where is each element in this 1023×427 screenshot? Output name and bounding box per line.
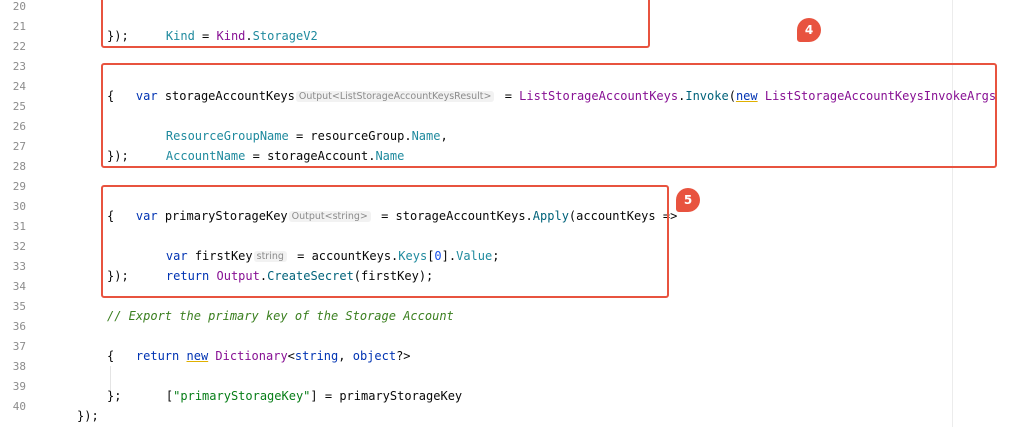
- line-number: 30: [12, 200, 26, 213]
- line-number: 40: [12, 400, 26, 413]
- line-number: 24: [12, 80, 26, 93]
- code-token: <: [287, 349, 295, 363]
- code-token: string: [294, 349, 339, 363]
- code-token: ] = primaryStorageKey: [310, 389, 463, 403]
- code-string: "primaryStorageKey": [173, 389, 311, 403]
- line-number: 26: [12, 120, 26, 133]
- line-number: 28: [12, 160, 26, 173]
- code-token: object: [352, 349, 397, 363]
- callout-badge-4: 4: [797, 18, 821, 42]
- code-token: new: [186, 349, 209, 363]
- line-number: 20: [12, 0, 26, 13]
- callout-badge-5: 5: [676, 188, 700, 212]
- code-line-40[interactable]: });: [77, 406, 99, 426]
- line-number: 38: [12, 360, 26, 373]
- code-token: Dictionary: [215, 349, 288, 363]
- code-token: return: [135, 349, 180, 363]
- line-number: 32: [12, 240, 26, 253]
- line-number: 31: [12, 220, 26, 233]
- code-token: };: [107, 389, 122, 403]
- code-line-38[interactable]: ["primaryStorageKey"] = primaryStorageKe…: [137, 366, 462, 403]
- code-line-36[interactable]: return new Dictionary<string, object?>: [107, 326, 411, 363]
- line-number: 34: [12, 280, 26, 293]
- line-number: 27: [12, 140, 26, 153]
- code-editor[interactable]: 20 21 22 23 24 25 26 27 28 29 30 31 32 3…: [0, 0, 1023, 427]
- code-token: ?>: [396, 349, 411, 363]
- code-line-37[interactable]: {: [107, 346, 114, 366]
- line-number: 21: [12, 20, 26, 33]
- highlight-box-5: [101, 185, 669, 298]
- code-line-39[interactable]: };: [107, 386, 121, 406]
- line-number: 35: [12, 300, 26, 313]
- line-number: 25: [12, 100, 26, 113]
- line-number: 33: [12, 260, 26, 273]
- line-number: 37: [12, 340, 26, 353]
- code-line-35[interactable]: // Export the primary key of the Storage…: [107, 306, 454, 326]
- highlight-box-3: [101, 0, 650, 48]
- code-token: ,: [338, 349, 353, 363]
- line-number: 36: [12, 320, 26, 333]
- code-token: });: [77, 409, 99, 423]
- line-number: 23: [12, 60, 26, 73]
- line-number: 29: [12, 180, 26, 193]
- code-comment: // Export the primary key of the Storage…: [107, 309, 454, 323]
- code-token: {: [107, 349, 115, 363]
- line-number: 39: [12, 380, 26, 393]
- highlight-box-4: [101, 63, 997, 168]
- line-number: 22: [12, 40, 26, 53]
